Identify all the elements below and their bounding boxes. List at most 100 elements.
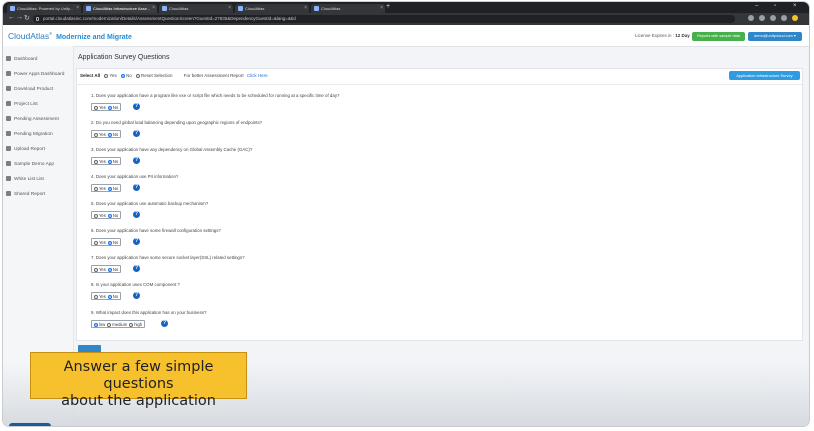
answer-yes-radio[interactable]	[94, 133, 98, 137]
forward-arrow-icon[interactable]: →	[16, 14, 23, 21]
maximize-icon[interactable]: ▫	[774, 3, 776, 9]
reload-icon[interactable]: ↻	[24, 14, 30, 22]
click-here-link[interactable]: Click Here	[247, 73, 268, 78]
help-question-icon[interactable]: ?	[133, 292, 140, 299]
select-all-no-radio[interactable]	[120, 74, 125, 78]
answer-options: low medium high	[91, 320, 146, 328]
extensions-puzzle-icon[interactable]	[770, 15, 776, 21]
sidebar-item-label: Shared Report	[14, 192, 46, 197]
answer-yes-radio[interactable]	[94, 160, 98, 164]
app-logo[interactable]: CloudAtlas®Modernize and Migrate	[8, 31, 132, 41]
browser-tab[interactable]: CloudAtlas ×	[235, 4, 309, 13]
profile-avatar-icon[interactable]	[792, 15, 798, 21]
browser-window: CloudAtlas: Powered by Unify... × CloudAt…	[3, 2, 809, 426]
answer-options: Yes No	[91, 292, 122, 300]
option-label: No	[112, 186, 119, 191]
answer-no-radio[interactable]	[107, 241, 112, 245]
answer-yes-radio[interactable]	[94, 187, 98, 191]
link-icon	[6, 176, 11, 181]
close-window-icon[interactable]: ×	[793, 3, 797, 9]
question-text: 2. Do you need global load balancing dep…	[91, 120, 263, 125]
help-question-icon[interactable]: ?	[133, 265, 140, 272]
question-text: 6. Does your application have some firew…	[91, 228, 221, 233]
answer-no-radio[interactable]	[107, 160, 112, 164]
tab-favicon-icon	[10, 6, 15, 11]
sidebar-item-power-apps-dashboard[interactable]: Power Apps Dashboard	[6, 71, 64, 77]
share-icon[interactable]	[748, 15, 754, 21]
answer-high-radio[interactable]	[129, 323, 134, 327]
reset-selection-radio[interactable]	[136, 74, 140, 78]
tab-label: CloudAtlas	[169, 6, 189, 11]
report-hint-text: For better Assessment Report	[183, 73, 244, 78]
answer-no-radio[interactable]	[107, 214, 112, 218]
answer-yes-radio[interactable]	[94, 106, 98, 110]
answer-yes-radio[interactable]	[94, 268, 98, 272]
new-tab-icon[interactable]: +	[386, 3, 390, 10]
answer-low-radio[interactable]	[94, 323, 98, 327]
question-text: 1. Does your application have a program …	[91, 93, 340, 98]
tab-close-icon[interactable]: ×	[228, 4, 231, 13]
survey-panel: Select All Yes No Reset Selection For be…	[76, 68, 803, 341]
sidebar-item-sample-demo-app[interactable]: Sample Demo App	[6, 161, 54, 167]
option-label: Yes	[99, 240, 106, 245]
browser-tab[interactable]: CloudAtlas ×	[159, 4, 233, 13]
question-text: 9. What impact does this application has…	[91, 310, 207, 315]
tab-label: CloudAtlas Infrastructure Asse...	[93, 6, 151, 11]
tab-close-icon[interactable]: ×	[76, 4, 79, 13]
url-text: portal.cloudatlasinc.com/modernization/D…	[43, 16, 296, 21]
logo-trademark: ®	[49, 31, 53, 37]
sidebar-item-shared-report[interactable]: Shared Report	[6, 191, 45, 197]
answer-no-radio[interactable]	[107, 187, 112, 191]
option-label: Yes	[99, 213, 106, 218]
sidebar-item-white-list[interactable]: White List List	[6, 176, 44, 182]
tab-close-icon[interactable]: ×	[304, 4, 307, 13]
option-label: low	[99, 322, 106, 327]
reports-sample-data-button[interactable]: Reports with sample data	[692, 32, 745, 41]
sidebar-item-label: Download Product	[14, 87, 54, 92]
download-icon	[6, 86, 11, 91]
browser-tab[interactable]: CloudAtlas: Powered by Unify... ×	[7, 4, 81, 13]
answer-yes-radio[interactable]	[94, 214, 98, 218]
answer-medium-radio[interactable]	[107, 323, 112, 327]
tab-label: CloudAtlas: Powered by Unify...	[17, 6, 73, 11]
sidebar-panel-icon[interactable]	[781, 15, 787, 21]
help-question-icon[interactable]: ?	[133, 130, 140, 137]
sidebar-item-label: Pending Assessment	[14, 117, 59, 122]
answer-no-radio[interactable]	[107, 295, 112, 299]
sidebar-item-project-list[interactable]: Project List	[6, 101, 38, 107]
question-text: 5. Does your application use automatic b…	[91, 201, 209, 206]
tab-label: CloudAtlas	[245, 6, 265, 11]
option-label: No	[112, 159, 119, 164]
address-bar[interactable]: portal.cloudatlasinc.com/modernization/D…	[33, 15, 735, 23]
help-question-icon[interactable]: ?	[133, 238, 140, 245]
answer-no-radio[interactable]	[107, 268, 112, 272]
minimize-icon[interactable]: –	[755, 3, 758, 9]
page-title: Application Survey Questions	[78, 54, 170, 61]
help-question-icon[interactable]: ?	[161, 320, 168, 327]
tab-close-icon[interactable]: ×	[380, 4, 383, 13]
help-question-icon[interactable]: ?	[133, 184, 140, 191]
help-question-icon[interactable]: ?	[133, 211, 140, 218]
sidebar-item-download-product[interactable]: Download Product	[6, 86, 53, 92]
tutorial-callout: Answer a few simple questions about the …	[30, 352, 247, 409]
answer-no-radio[interactable]	[107, 133, 112, 137]
answer-no-radio[interactable]	[107, 106, 112, 110]
answer-yes-radio[interactable]	[94, 241, 98, 245]
sidebar-item-upload-report[interactable]: Upload Report	[6, 146, 45, 152]
tab-close-icon[interactable]: ×	[152, 4, 155, 13]
sidebar-item-pending-migration[interactable]: Pending Migration	[6, 131, 53, 137]
sidebar-item-pending-assessment[interactable]: Pending Assessment	[6, 116, 59, 122]
select-all-yes-radio[interactable]	[104, 74, 109, 78]
option-label: No	[112, 105, 119, 110]
sidebar-item-dashboard[interactable]: Dashboard	[6, 56, 37, 62]
answer-yes-radio[interactable]	[94, 295, 98, 299]
user-menu-button[interactable]: demo@unifycloud.com ▾	[748, 32, 802, 41]
application-infrastructure-survey-button[interactable]: Application Infrastructure Survey	[729, 71, 800, 80]
browser-tab[interactable]: CloudAtlas ×	[311, 4, 385, 13]
bookmark-star-icon[interactable]	[759, 15, 765, 21]
help-question-icon[interactable]: ?	[133, 103, 140, 110]
answer-options: Yes No	[91, 238, 122, 246]
back-arrow-icon[interactable]: ←	[8, 14, 15, 21]
help-question-icon[interactable]: ?	[133, 157, 140, 164]
browser-tab[interactable]: CloudAtlas Infrastructure Asse... ×	[83, 4, 157, 13]
